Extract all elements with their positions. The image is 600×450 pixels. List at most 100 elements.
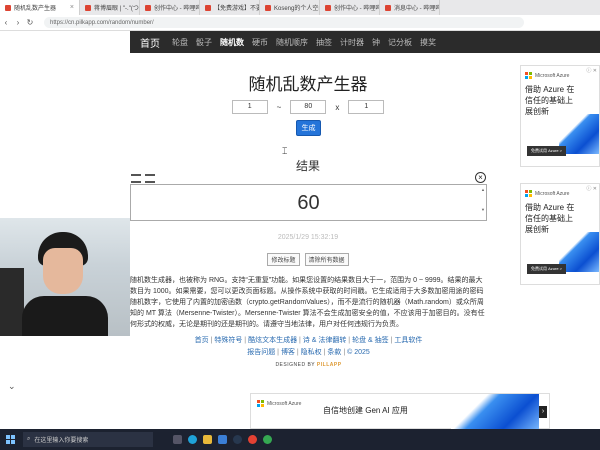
tab-favicon-icon xyxy=(325,4,331,11)
count-input[interactable]: 1 xyxy=(348,100,385,114)
nav-item[interactable]: 轮盘 xyxy=(172,37,188,48)
close-result-icon[interactable]: × xyxy=(475,172,486,183)
browser-tab[interactable]: 蒋博眉眼 | "-."(つ`□´)~ 干杯~-bili× xyxy=(80,0,140,15)
range-inputs: 1 ~ 80 x 1 xyxy=(130,100,486,114)
tab-favicon-icon xyxy=(385,4,391,11)
footer-link[interactable]: © 2025 xyxy=(347,349,370,356)
chrome-icon[interactable] xyxy=(248,435,257,444)
ad-brand: Microsoft Azure xyxy=(267,400,302,407)
generate-button[interactable]: 生成 xyxy=(296,120,321,136)
tab-label: 【免费游戏】不要超过人类所有… xyxy=(214,6,259,12)
app-icon[interactable] xyxy=(263,435,272,444)
ad-brand: Microsoft Azure xyxy=(535,72,570,79)
scroll-arrows-icon[interactable]: ▲ ▼ xyxy=(481,187,485,212)
side-ad-bottom[interactable]: ⓘ ✕ Microsoft Azure 借助 Azure 在信任的基础上展创新 … xyxy=(520,183,600,285)
tab-label: 蒋博眉眼 | "-."(つ`□´)~ 干杯~-bili xyxy=(94,6,139,12)
refresh-icon[interactable]: ↻ xyxy=(24,18,36,27)
taskbar: ⌕ 在这里输入你要搜索 xyxy=(0,429,600,450)
chevron-right-icon[interactable]: › xyxy=(539,406,547,418)
store-icon[interactable] xyxy=(218,435,227,444)
taskbar-search[interactable]: ⌕ 在这里输入你要搜索 xyxy=(23,432,153,447)
ad-art xyxy=(451,394,539,430)
ad-close-icon[interactable]: ⓘ ✕ xyxy=(586,185,597,192)
tab-label: Koseng的个人空间-Koseng个人… xyxy=(274,6,319,12)
footer-link[interactable]: 酷炫文本生成器 xyxy=(248,337,297,344)
clear-data-button[interactable]: 清除所有数据 xyxy=(304,253,349,266)
file-explorer-icon[interactable] xyxy=(203,435,212,444)
close-icon[interactable]: × xyxy=(70,4,74,11)
ad-close-icon[interactable]: ⓘ ✕ xyxy=(586,67,597,74)
footer-link[interactable]: 诗 & 法律翻转 xyxy=(303,337,347,344)
microsoft-logo-icon: Microsoft Azure xyxy=(525,190,569,197)
min-input[interactable]: 1 xyxy=(231,100,268,114)
side-ad-top[interactable]: ⓘ ✕ Microsoft Azure 借助 Azure 在信任的基础上展创新 … xyxy=(520,65,600,167)
designed-by: DESIGNED BY PILLAPP xyxy=(130,362,487,368)
browser-tab[interactable]: Koseng的个人空间-Koseng个人…× xyxy=(260,0,320,15)
steam-icon[interactable] xyxy=(233,435,242,444)
footer-link[interactable]: 隐私权 xyxy=(301,349,322,356)
footer-link[interactable]: 轮盘 & 抽签 xyxy=(352,337,389,344)
forward-icon[interactable]: › xyxy=(12,18,24,27)
nav-item[interactable]: 计时器 xyxy=(340,37,364,48)
footer-link[interactable]: 报告问题 xyxy=(247,349,275,356)
tab-label: 消息中心 - 哔哩哔哩弹幕视频网 xyxy=(394,6,439,12)
footer-link[interactable]: 首页 xyxy=(195,337,209,344)
ad-brand: Microsoft Azure xyxy=(535,190,570,197)
designer-name[interactable]: PILLAPP xyxy=(317,362,342,368)
tab-label: 随机乱数产生器 xyxy=(14,6,57,12)
nav-item[interactable]: 随机顺序 xyxy=(276,37,308,48)
nav-item[interactable]: 钟 xyxy=(372,37,380,48)
browser-tab[interactable]: 【免费游戏】不要超过人类所有…× xyxy=(200,0,260,15)
browser-tab[interactable]: 随机乱数产生器 × xyxy=(0,0,80,15)
bottom-ad[interactable]: Microsoft Azure 自信地创建 Gen AI 应用 › xyxy=(250,393,550,430)
footer-link[interactable]: 特殊符号 xyxy=(214,337,242,344)
description-text: 随机数生成器，也被称为 RNG。支持“无重复”功能。如果您设置的结果数目大于一，… xyxy=(130,277,485,328)
page-title: 随机乱数产生器 xyxy=(248,75,368,94)
browser-tab[interactable]: 创作中心 - 哔哩哔哩弹幕视频网× xyxy=(320,0,380,15)
nav-item[interactable]: 骰子 xyxy=(196,37,212,48)
list-view-icon[interactable] xyxy=(145,174,155,183)
address-bar-row: ‹ › ↻ https://cn.pilkapp.com/random/numb… xyxy=(0,15,600,31)
browser-tab[interactable]: 创作中心 - 哔哩哔哩弹幕视频网× xyxy=(140,0,200,15)
nav-item[interactable]: 摸奖 xyxy=(420,37,436,48)
windows-start-icon[interactable] xyxy=(6,435,15,444)
back-icon[interactable]: ‹ xyxy=(0,18,12,27)
url-field[interactable]: https://cn.pilkapp.com/random/number/ xyxy=(44,17,524,28)
task-view-icon[interactable] xyxy=(173,435,182,444)
result-timestamp: 2025/1/29 15:32:19 xyxy=(277,234,339,241)
ad-cta-button[interactable]: 免费试用 Azure > xyxy=(527,146,567,156)
nav-item[interactable]: 记分板 xyxy=(388,37,412,48)
times-label: x xyxy=(335,102,340,112)
max-input[interactable]: 80 xyxy=(290,100,327,114)
nav-item[interactable]: 随机数 xyxy=(220,37,244,48)
footer-link[interactable]: 条款 xyxy=(327,349,341,356)
tab-strip: 随机乱数产生器×蒋博眉眼 | "-."(つ`□´)~ 干杯~-bili×创作中心… xyxy=(0,0,600,15)
chevron-down-icon[interactable]: ⌄ xyxy=(8,381,16,392)
range-dash: ~ xyxy=(276,102,282,112)
result-box: 60 ▲ ▼ xyxy=(130,184,487,221)
result-actions: 修改标题 清除所有数据 xyxy=(130,253,486,266)
tab-favicon-icon xyxy=(265,4,271,11)
edit-title-button[interactable]: 修改标题 xyxy=(267,253,300,266)
nav-item[interactable]: 抽签 xyxy=(316,37,332,48)
tab-favicon-icon xyxy=(85,4,91,11)
ad-headline: 借助 Azure 在信任的基础上展创新 xyxy=(525,203,575,234)
microsoft-logo-icon: Microsoft Azure xyxy=(257,400,301,407)
nav-item[interactable]: 硬币 xyxy=(252,37,268,48)
nav-home[interactable]: 首页 xyxy=(140,35,160,50)
footer-link[interactable]: 博客 xyxy=(281,349,295,356)
mouse-cursor-icon: ⌶ xyxy=(282,146,288,156)
tab-favicon-icon xyxy=(145,4,151,11)
result-title: 结果 xyxy=(295,159,320,173)
ad-cta-button[interactable]: 免费试用 Azure > xyxy=(527,264,567,274)
search-icon: ⌕ xyxy=(27,436,31,442)
footer-link[interactable]: 工具软件 xyxy=(394,337,422,344)
bottom-ad-text: 自信地创建 Gen AI 应用 xyxy=(323,406,408,415)
text-view-icon[interactable] xyxy=(131,174,141,183)
webcam-overlay xyxy=(0,218,130,336)
taskbar-apps xyxy=(173,435,272,444)
tab-favicon-icon xyxy=(205,4,211,11)
browser-tab[interactable]: 消息中心 - 哔哩哔哩弹幕视频网× xyxy=(380,0,440,15)
tab-label: 创作中心 - 哔哩哔哩弹幕视频网 xyxy=(334,6,379,12)
edge-icon[interactable] xyxy=(188,435,197,444)
